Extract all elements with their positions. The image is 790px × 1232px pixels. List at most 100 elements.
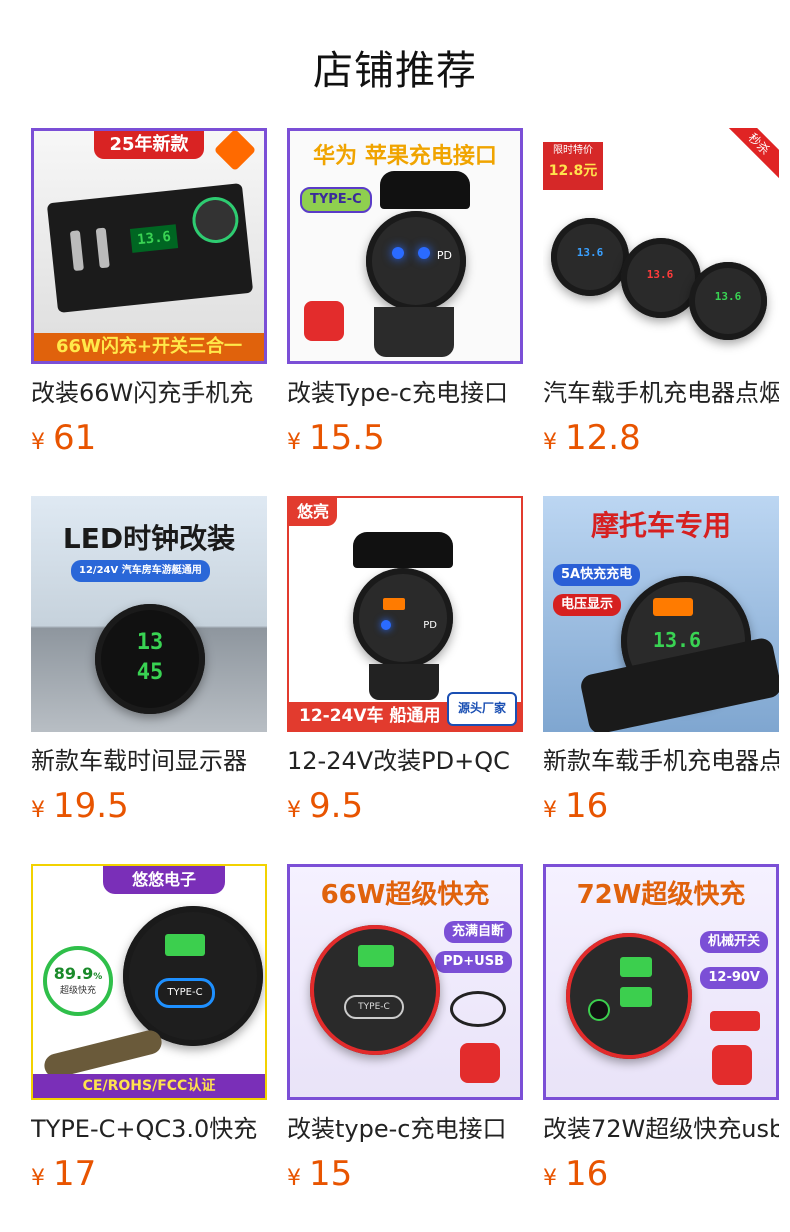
product-price: ¥9.5 bbox=[287, 786, 523, 830]
usb-socket: PD bbox=[353, 568, 453, 668]
product-name[interactable]: 新款车载手机充电器点 bbox=[543, 744, 779, 778]
usb-port-icon bbox=[620, 987, 652, 1007]
clock-display: 13 45 bbox=[95, 604, 205, 714]
product-name[interactable]: 新款车载时间显示器 bbox=[31, 744, 267, 778]
socket-label: PD bbox=[436, 249, 452, 262]
clock-hours: 13 bbox=[136, 630, 164, 655]
product-name[interactable]: 改装type-c充电接口 bbox=[287, 1112, 523, 1146]
price-value: 61 bbox=[53, 418, 97, 458]
shop-tag: 悠亮 bbox=[289, 498, 338, 526]
power-switch-icon bbox=[590, 1001, 608, 1019]
currency-symbol: ¥ bbox=[287, 798, 301, 823]
product-card[interactable]: 66W超级快充 充满自断 PD+USB TYPE-C 改装type-c充电接口 … bbox=[287, 864, 523, 1198]
headline: 66W超级快充 bbox=[320, 880, 490, 910]
product-name[interactable]: 12-24V改装PD+QC bbox=[287, 744, 523, 778]
currency-symbol: ¥ bbox=[543, 1166, 557, 1191]
price-value: 12.8 bbox=[565, 418, 641, 458]
product-image[interactable]: 25年新款 13.6 66W闪充+开关三合一 bbox=[31, 128, 267, 364]
cable-icon bbox=[450, 991, 506, 1027]
led-icon bbox=[381, 620, 391, 630]
product-card[interactable]: 25年新款 13.6 66W闪充+开关三合一 改装66W闪充手机充 ¥61 bbox=[31, 128, 267, 462]
led-icon bbox=[418, 247, 430, 259]
product-card[interactable]: 华为 苹果充电接口 TYPE-C PD 改装Type-c充电接口 ¥15.5 bbox=[287, 128, 523, 462]
gauge-label: 超级快充 bbox=[59, 986, 96, 996]
product-name[interactable]: 改装66W闪充手机充 bbox=[31, 376, 267, 410]
usb-socket: PD bbox=[366, 211, 466, 311]
usb-port-icon bbox=[165, 934, 205, 956]
usb-socket bbox=[566, 933, 692, 1059]
usb-port-icon bbox=[653, 598, 693, 616]
product-image[interactable]: 66W超级快充 充满自断 PD+USB TYPE-C bbox=[287, 864, 523, 1100]
product-price: ¥15.5 bbox=[287, 418, 523, 462]
product-image[interactable]: 摩托车专用 5A快充充电 电压显示 13.6 bbox=[543, 496, 779, 732]
product-image[interactable]: LED时钟改装 12/24V 汽车房车游艇通用 13 45 bbox=[31, 496, 267, 732]
product-price: ¥16 bbox=[543, 1154, 779, 1198]
product-card[interactable]: 摩托车专用 5A快充充电 电压显示 13.6 新款车载手机充电器点 ¥16 bbox=[543, 496, 779, 830]
usb-port-icon bbox=[383, 598, 405, 610]
product-card[interactable]: 悠亮 PD 12-24V车 船通用 源头厂家 12-24V改装PD+QC ¥9.… bbox=[287, 496, 523, 830]
voltage-display: 13.6 bbox=[576, 246, 604, 259]
product-card[interactable]: 悠悠电子 89.9% 超级快充 TYPE-C CE/ROHS/FCC认证 TYP… bbox=[31, 864, 267, 1198]
headline: LED时钟改装 bbox=[62, 522, 236, 555]
shop-logo-icon bbox=[213, 131, 257, 172]
price-value: 15 bbox=[309, 1154, 353, 1194]
subtitle-tag: 12/24V 汽车房车游艇通用 bbox=[71, 560, 210, 582]
mechanical-switch-tag: 机械开关 bbox=[699, 931, 768, 953]
voltage-range-tag: 12-90V bbox=[700, 967, 768, 989]
product-name[interactable]: 汽车载手机充电器点烟 bbox=[543, 376, 779, 410]
product-image[interactable]: 秒杀 限时特价 12.8元 13.6 13.6 13.6 bbox=[543, 128, 779, 364]
product-grid: 25年新款 13.6 66W闪充+开关三合一 改装66W闪充手机充 ¥61 华为… bbox=[0, 0, 790, 1232]
led-icon bbox=[392, 247, 404, 259]
product-card[interactable]: 秒杀 限时特价 12.8元 13.6 13.6 13.6 汽车载手机充电器点烟 … bbox=[543, 128, 779, 462]
product-card[interactable]: LED时钟改装 12/24V 汽车房车游艇通用 13 45 新款车载时间显示器 … bbox=[31, 496, 267, 830]
factory-badge: 源头厂家 bbox=[447, 692, 517, 726]
headline: 72W超级快充 bbox=[576, 880, 746, 910]
usb-socket: 13.6 bbox=[689, 262, 767, 340]
usb-socket: TYPE-C bbox=[310, 925, 440, 1055]
price-value: 17 bbox=[53, 1154, 97, 1194]
product-name[interactable]: 改装Type-c充电接口 bbox=[287, 376, 523, 410]
drill-bit-icon bbox=[304, 301, 344, 341]
product-price: ¥16 bbox=[543, 786, 779, 830]
product-card[interactable]: 72W超级快充 机械开关 12-90V 改装72W超级快充usb ¥16 bbox=[543, 864, 779, 1198]
fast-charge-tag: 5A快充充电 bbox=[553, 564, 641, 586]
product-image[interactable]: 悠悠电子 89.9% 超级快充 TYPE-C CE/ROHS/FCC认证 bbox=[31, 864, 267, 1100]
feature-banner: 66W闪充+开关三合一 bbox=[34, 333, 264, 361]
clock-minutes: 45 bbox=[136, 660, 164, 685]
cable-icon bbox=[710, 1011, 760, 1031]
switch-panel: 13.6 bbox=[46, 183, 254, 313]
product-image[interactable]: 华为 苹果充电接口 TYPE-C PD bbox=[287, 128, 523, 364]
toggle-switch-icon bbox=[69, 230, 84, 272]
product-name[interactable]: 改装72W超级快充usb bbox=[543, 1112, 779, 1146]
voltage-display: 13.6 bbox=[646, 268, 674, 281]
usb-socket bbox=[193, 198, 238, 242]
currency-symbol: ¥ bbox=[31, 798, 45, 823]
socket-body bbox=[369, 664, 439, 700]
headline: 摩托车专用 bbox=[590, 509, 731, 542]
price-value: 9.5 bbox=[309, 786, 364, 826]
product-price: ¥12.8 bbox=[543, 418, 779, 462]
type-c-chip: TYPE-C bbox=[300, 187, 372, 213]
usb-socket: 13.6 bbox=[551, 218, 629, 296]
usb-socket: TYPE-C bbox=[123, 906, 263, 1046]
product-image[interactable]: 悠亮 PD 12-24V车 船通用 源头厂家 bbox=[287, 496, 523, 732]
headline: 华为 苹果充电接口 bbox=[313, 144, 497, 169]
currency-symbol: ¥ bbox=[543, 430, 557, 455]
product-price: ¥17 bbox=[31, 1154, 267, 1198]
voltage-tag: 电压显示 bbox=[553, 594, 622, 616]
type-c-port: TYPE-C bbox=[344, 995, 404, 1019]
product-image[interactable]: 72W超级快充 机械开关 12-90V bbox=[543, 864, 779, 1100]
price-value: 15.5 bbox=[309, 418, 385, 458]
currency-symbol: ¥ bbox=[31, 430, 45, 455]
currency-symbol: ¥ bbox=[287, 1166, 301, 1191]
currency-symbol: ¥ bbox=[543, 798, 557, 823]
usb-port-icon bbox=[620, 957, 652, 977]
voltage-display: 13.6 bbox=[652, 628, 702, 652]
auto-stop-tag: 充满自断 bbox=[443, 921, 512, 943]
certification-banner: CE/ROHS/FCC认证 bbox=[33, 1074, 265, 1098]
product-name[interactable]: TYPE-C+QC3.0快充 bbox=[31, 1112, 267, 1146]
socket-label: PD bbox=[423, 620, 437, 631]
new-badge: 25年新款 bbox=[94, 131, 204, 159]
promo-label: 限时特价 bbox=[553, 145, 593, 156]
pd-usb-tag: PD+USB bbox=[434, 951, 512, 973]
